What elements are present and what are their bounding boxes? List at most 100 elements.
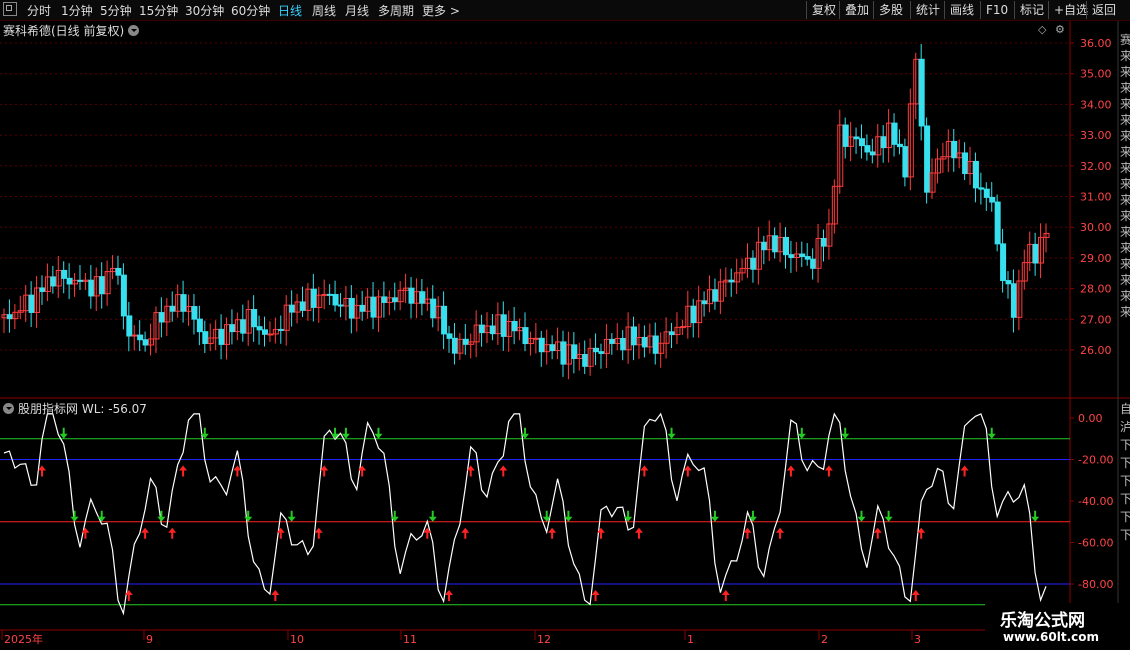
price-tick-label: 32.00 (1080, 160, 1112, 173)
candle-body (522, 327, 529, 345)
candle-body (229, 324, 236, 333)
buy-arrow-icon (179, 465, 188, 477)
candle-body (538, 337, 545, 353)
sell-arrow-icon (59, 427, 68, 439)
sell-arrow-icon (97, 510, 106, 522)
candle-body (983, 188, 990, 198)
candle-body (392, 297, 399, 303)
candle-body (1000, 243, 1007, 282)
candle-body (1021, 262, 1028, 282)
buy-arrow-icon (776, 527, 785, 539)
candle-body (761, 241, 768, 251)
price-tick-label: 27.00 (1080, 313, 1112, 326)
date-label: 1 (687, 633, 694, 646)
candle-body (1005, 280, 1012, 285)
indicator-name: 股朋指标网 (18, 402, 79, 416)
chevron-down-icon[interactable] (3, 403, 14, 414)
candle-body (728, 279, 735, 283)
buy-arrow-icon (591, 590, 600, 601)
candle-body (918, 58, 925, 127)
candle-body (571, 344, 578, 359)
candle-body (962, 152, 969, 175)
candle-body (799, 253, 806, 258)
candle-body (641, 336, 648, 348)
candle-body (582, 354, 589, 367)
kline-chart[interactable]: 36.0035.0034.0033.0032.0031.0030.0029.00… (0, 0, 1130, 650)
date-label: 3 (914, 633, 921, 646)
candle-body (804, 256, 811, 260)
indicator-value: WL: -56.07 (81, 402, 147, 416)
sell-arrow-icon (70, 510, 79, 522)
candle-body (853, 136, 860, 140)
candle-body (869, 151, 876, 156)
candle-body (240, 319, 247, 334)
candle-body (278, 328, 285, 331)
candle-body (880, 136, 887, 149)
candle-body (370, 296, 377, 318)
sell-arrow-icon (987, 427, 996, 439)
candle-body (810, 258, 817, 269)
candle-body (652, 335, 659, 354)
candle-body (631, 326, 638, 346)
indicator-tick-label: -40.00 (1078, 495, 1113, 508)
candle-body (1032, 243, 1039, 264)
candle-body (701, 300, 708, 305)
candle-body (180, 294, 187, 312)
candle-body (479, 324, 486, 334)
date-label: 11 (403, 633, 417, 646)
buy-arrow-icon (640, 465, 649, 477)
buy-arrow-icon (960, 465, 969, 477)
candle-body (381, 296, 388, 303)
candle-body (669, 331, 676, 336)
candle-body (989, 196, 996, 203)
candle-body (256, 326, 263, 331)
watermark-url: www.60lt.com (1003, 630, 1100, 644)
candle-body (500, 314, 507, 337)
indicator-title: 股朋指标网 WL: -56.07 (3, 400, 147, 417)
candle-body (289, 304, 296, 313)
candle-body (1010, 283, 1017, 318)
candle-body (196, 318, 203, 333)
price-tick-label: 34.00 (1080, 98, 1112, 111)
candle-body (169, 305, 176, 312)
date-label: 9 (146, 633, 153, 646)
indicator-tick-label: -20.00 (1078, 454, 1113, 467)
candle-body (131, 334, 138, 337)
sell-arrow-icon (797, 427, 806, 439)
candle-body (142, 339, 149, 346)
candle-body (446, 333, 453, 339)
candle-body (620, 337, 627, 351)
sell-arrow-icon (374, 427, 383, 439)
buy-arrow-icon (499, 465, 508, 477)
sell-arrow-icon (857, 510, 866, 522)
candle-body (864, 145, 871, 153)
candle-body (120, 274, 127, 317)
candle-body (441, 305, 448, 335)
candle-body (77, 279, 84, 282)
candle-body (218, 328, 225, 345)
indicator-wl-line (3, 412, 1047, 616)
candle-body (267, 333, 274, 336)
candle-body (332, 294, 339, 306)
candle-body (858, 138, 865, 147)
candle-body (251, 309, 258, 328)
candle-body (972, 160, 979, 189)
candle-body (533, 337, 540, 340)
candle-body (419, 291, 426, 304)
sell-arrow-icon (884, 510, 893, 522)
indicator-tick-label: -80.00 (1078, 578, 1113, 591)
candle-body (61, 269, 68, 279)
candle-body (321, 293, 328, 296)
candle-body (430, 298, 437, 319)
candle-body (951, 140, 958, 159)
sell-arrow-icon (841, 427, 850, 439)
candle-body (978, 187, 985, 190)
price-tick-label: 33.00 (1080, 129, 1112, 142)
candle-body (750, 257, 757, 270)
sell-arrow-icon (710, 510, 719, 522)
candle-body (359, 304, 366, 312)
sell-arrow-icon (428, 510, 437, 522)
candle-body (902, 146, 909, 178)
sell-arrow-icon (331, 427, 340, 439)
candle-body (511, 320, 518, 332)
